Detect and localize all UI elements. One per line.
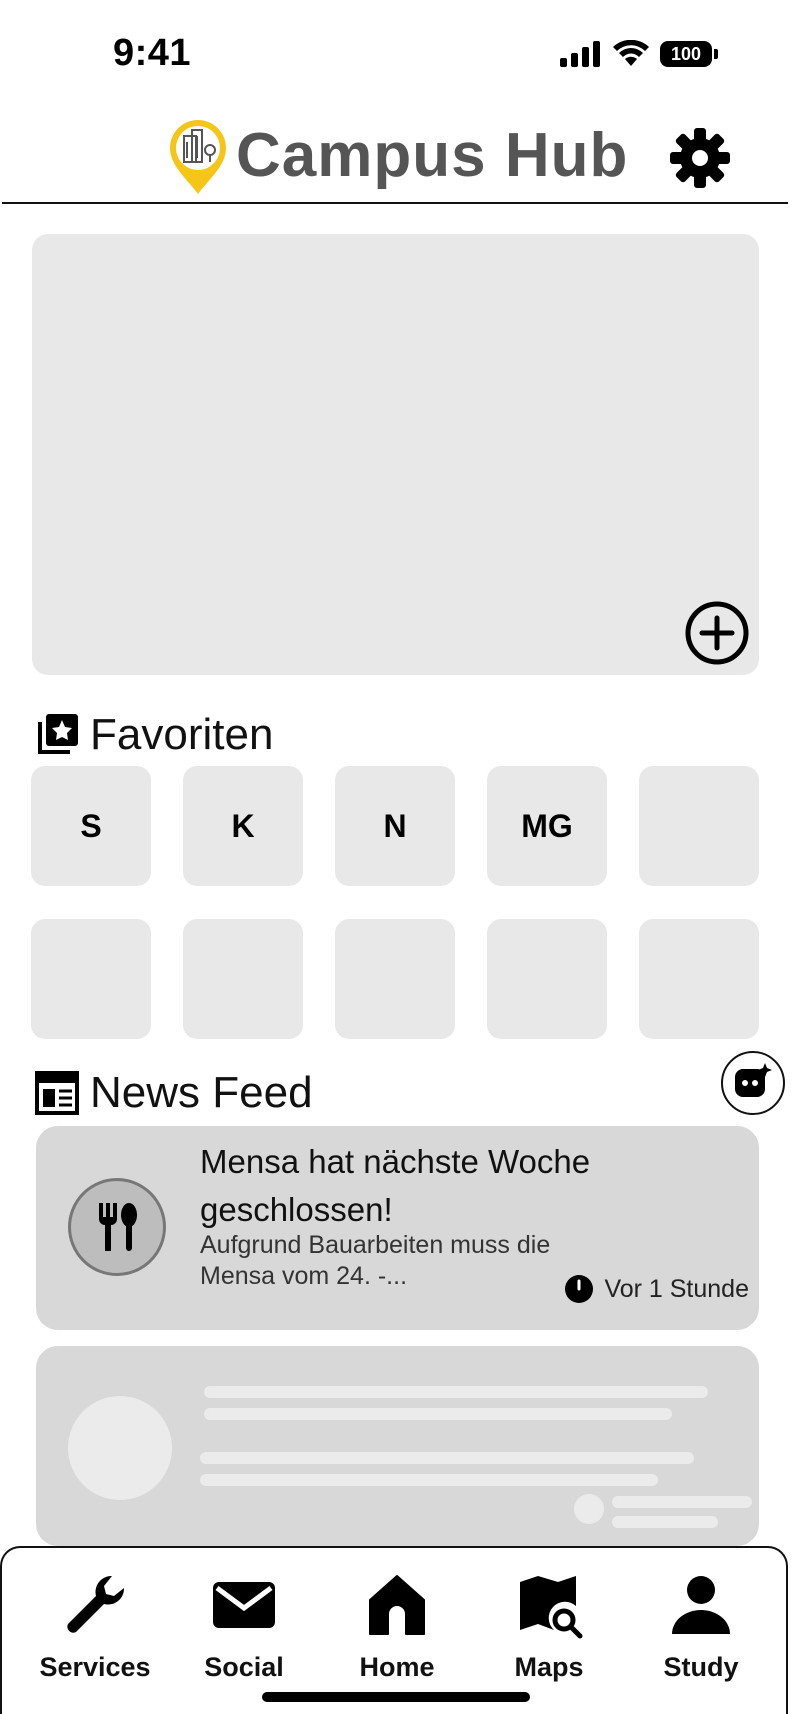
status-icons: 100 xyxy=(560,40,718,68)
newspaper-icon xyxy=(35,1071,79,1115)
home-icon xyxy=(369,1575,425,1635)
widget-area xyxy=(32,234,759,675)
favorite-tile[interactable]: MG xyxy=(487,766,607,886)
clock-icon xyxy=(565,1275,594,1303)
nav-label: Study xyxy=(663,1652,739,1682)
nav-study[interactable]: Study xyxy=(631,1548,771,1698)
ai-assistant-button[interactable] xyxy=(721,1051,785,1115)
news-header: News Feed xyxy=(34,1068,313,1118)
person-icon xyxy=(672,1576,730,1634)
favorite-tile[interactable] xyxy=(335,919,455,1039)
favorites-header: Favoriten xyxy=(34,710,273,760)
favorite-tile[interactable] xyxy=(639,919,759,1039)
skeleton-dot xyxy=(574,1494,604,1524)
skeleton-line xyxy=(200,1452,694,1464)
favorite-tile[interactable] xyxy=(183,919,303,1039)
news-title: News Feed xyxy=(90,1068,313,1117)
skeleton-avatar xyxy=(68,1396,172,1500)
map-search-icon xyxy=(520,1576,583,1639)
nav-label: Services xyxy=(39,1652,151,1682)
skeleton-line xyxy=(204,1386,708,1398)
news-card-skeleton xyxy=(36,1346,759,1546)
nav-services[interactable]: Services xyxy=(25,1548,165,1698)
favorites-grid: S K N MG xyxy=(31,766,761,1039)
wifi-icon xyxy=(613,40,649,66)
fork-spoon-icon xyxy=(99,1203,137,1251)
mail-icon xyxy=(213,1582,275,1628)
app-title: Campus Hub xyxy=(236,121,629,190)
nav-label: Maps xyxy=(514,1652,584,1682)
news-item-title: Mensa hat nächste Woche geschlossen! xyxy=(200,1143,591,1228)
skeleton-line xyxy=(612,1496,752,1508)
favorite-tile[interactable] xyxy=(31,919,151,1039)
news-item-time: Vor 1 Stunde xyxy=(564,1274,749,1304)
favorite-tile[interactable] xyxy=(487,919,607,1039)
header-divider xyxy=(2,202,788,204)
campus-logo-icon xyxy=(170,120,226,194)
skeleton-line xyxy=(204,1408,672,1420)
favorites-star-icon xyxy=(38,714,78,754)
ai-chat-sparkle-icon xyxy=(735,1063,772,1097)
signal-icon xyxy=(560,41,600,67)
nav-home[interactable]: Home xyxy=(327,1548,467,1698)
favorite-tile[interactable]: S xyxy=(31,766,151,886)
news-card[interactable]: Mensa hat nächste Woche geschlossen! Auf… xyxy=(36,1126,759,1330)
news-item-time-text: Vor 1 Stunde xyxy=(604,1274,749,1303)
nav-maps[interactable]: Maps xyxy=(479,1548,619,1698)
skeleton-line xyxy=(612,1516,718,1528)
battery-level: 100 xyxy=(670,43,702,64)
nav-label: Home xyxy=(359,1652,435,1682)
nav-label: Social xyxy=(204,1652,284,1682)
favorites-title: Favoriten xyxy=(90,710,274,759)
nav-social[interactable]: Social xyxy=(174,1548,314,1698)
status-time: 9:41 xyxy=(113,32,192,74)
favorite-tile[interactable]: N xyxy=(335,766,455,886)
add-widget-button[interactable] xyxy=(684,600,750,666)
settings-gear-icon[interactable] xyxy=(668,126,732,190)
news-item-description: Aufgrund Bauarbeiten muss die Mensa vom … xyxy=(200,1231,551,1290)
home-indicator xyxy=(262,1692,530,1702)
skeleton-line xyxy=(200,1474,658,1486)
bottom-navigation: Services Social Home Maps Study xyxy=(0,1546,788,1714)
battery-icon: 100 xyxy=(660,41,718,67)
wrench-icon xyxy=(67,1575,125,1633)
favorite-tile[interactable]: K xyxy=(183,766,303,886)
news-category-badge xyxy=(68,1178,166,1276)
favorite-tile[interactable] xyxy=(639,766,759,886)
